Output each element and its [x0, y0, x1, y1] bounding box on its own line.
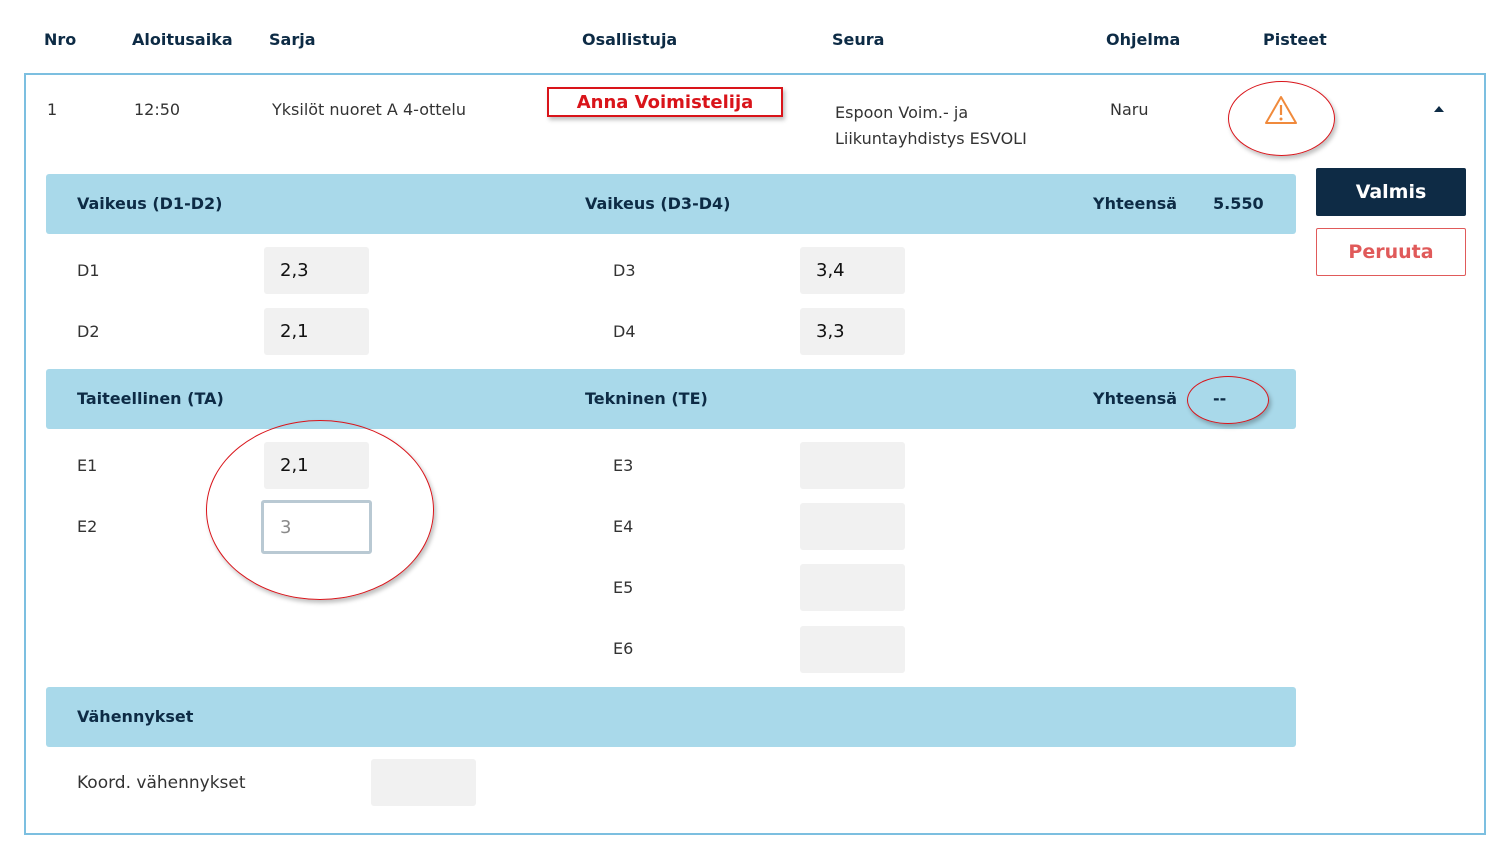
d1-label: D1: [77, 261, 100, 280]
d4-label: D4: [613, 322, 636, 341]
difficulty-band: Vaikeus (D1-D2) Vaikeus (D3-D4) Yhteensä…: [46, 174, 1296, 234]
col-header-series: Sarja: [269, 30, 316, 49]
d3-input[interactable]: 3,4: [800, 247, 905, 294]
e4-label: E4: [613, 517, 634, 536]
row-nro: 1: [47, 100, 58, 119]
row-program: Naru: [1110, 100, 1149, 119]
execution-left-title: Taiteellinen (TA): [77, 389, 224, 408]
execution-right-title: Tekninen (TE): [585, 389, 708, 408]
collapse-caret-icon[interactable]: [1434, 106, 1444, 112]
deductions-title: Vähennykset: [77, 707, 194, 726]
e5-label: E5: [613, 578, 634, 597]
e4-input[interactable]: [800, 503, 905, 550]
e3-input[interactable]: [800, 442, 905, 489]
e1-label: E1: [77, 456, 98, 475]
row-club: Espoon Voim.- ja Liikuntayhdistys ESVOLI: [835, 100, 1027, 152]
annotation-ellipse-e-fields: [206, 420, 434, 600]
deductions-band: Vähennykset: [46, 687, 1296, 747]
e2-label: E2: [77, 517, 98, 536]
e6-label: E6: [613, 639, 634, 658]
d4-input[interactable]: 3,3: [800, 308, 905, 355]
coord-deductions-label: Koord. vähennykset: [77, 773, 246, 793]
cancel-button[interactable]: Peruuta: [1316, 228, 1466, 276]
e5-input[interactable]: [800, 564, 905, 611]
execution-total-label: Yhteensä: [1093, 389, 1178, 408]
annotation-ellipse-warning: [1228, 81, 1335, 156]
col-header-points: Pisteet: [1263, 30, 1327, 49]
coord-deductions-input[interactable]: [371, 759, 476, 806]
row-club-line1: Espoon Voim.- ja: [835, 103, 969, 122]
e6-input[interactable]: [800, 626, 905, 673]
done-button[interactable]: Valmis: [1316, 168, 1466, 216]
annotation-ellipse-total: [1187, 376, 1269, 424]
row-start-time: 12:50: [134, 100, 181, 119]
d1-input[interactable]: 2,3: [264, 247, 369, 294]
execution-band: Taiteellinen (TA) Tekninen (TE) Yhteensä…: [46, 369, 1296, 429]
participant-name-callout: Anna Voimistelija: [547, 87, 783, 117]
e3-label: E3: [613, 456, 634, 475]
row-club-line2: Liikuntayhdistys ESVOLI: [835, 129, 1027, 148]
col-header-club: Seura: [832, 30, 885, 49]
col-header-participant: Osallistuja: [582, 30, 678, 49]
d2-label: D2: [77, 322, 100, 341]
col-header-start-time: Aloitusaika: [132, 30, 233, 49]
difficulty-left-title: Vaikeus (D1-D2): [77, 194, 223, 213]
d2-input[interactable]: 2,1: [264, 308, 369, 355]
col-header-nro: Nro: [44, 30, 77, 49]
difficulty-total-label: Yhteensä: [1093, 194, 1178, 213]
difficulty-total-value: 5.550: [1213, 194, 1264, 213]
difficulty-right-title: Vaikeus (D3-D4): [585, 194, 731, 213]
d3-label: D3: [613, 261, 636, 280]
col-header-program: Ohjelma: [1106, 30, 1181, 49]
row-series: Yksilöt nuoret A 4-ottelu: [272, 100, 466, 119]
